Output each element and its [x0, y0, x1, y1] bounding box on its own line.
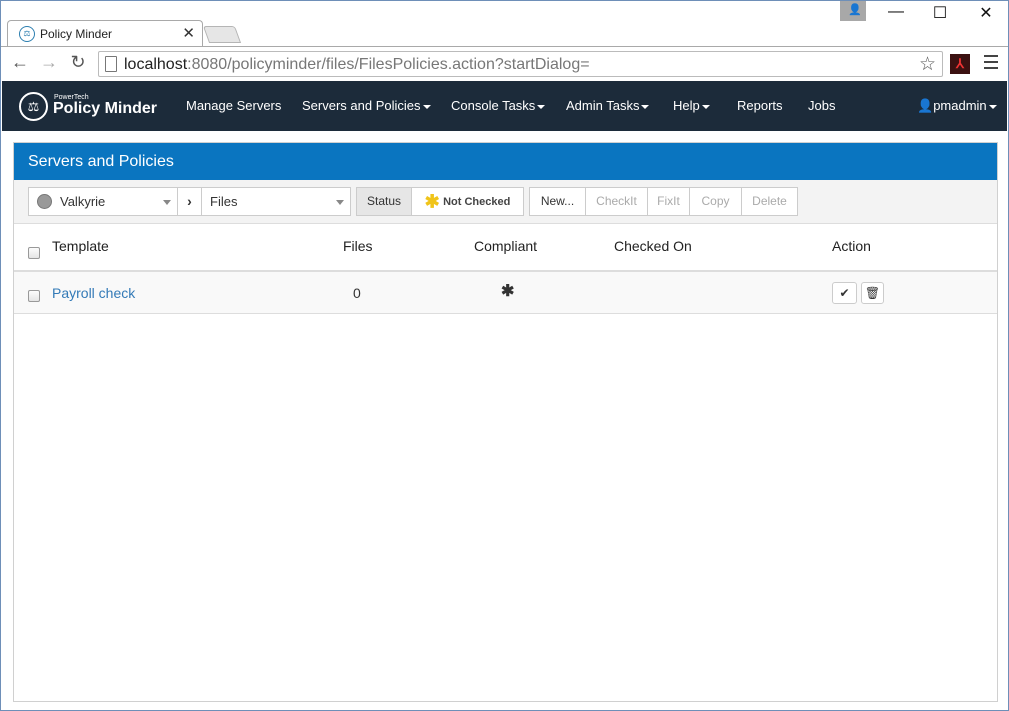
trash-icon[interactable]: 🗑	[861, 282, 884, 304]
chevron-right-icon: ›	[177, 187, 202, 216]
caret-down-icon	[537, 104, 546, 109]
reload-icon[interactable]: ↻	[68, 52, 88, 73]
address-bar[interactable]: localhost:8080/policyminder/files/FilesP…	[98, 51, 943, 77]
chevron-down-icon	[336, 200, 344, 205]
logo-product[interactable]: Policy Minder	[53, 100, 157, 118]
maximize-icon[interactable]: ☐	[917, 3, 963, 23]
nav-jobs[interactable]: Jobs	[808, 98, 835, 113]
address-url[interactable]: localhost:8080/policyminder/files/FilesP…	[124, 56, 590, 74]
fixit-button[interactable]: FixIt	[647, 187, 690, 216]
browser-toolbar: ← → ↻ localhost:8080/policyminder/files/…	[1, 46, 1008, 81]
not-checked-star-icon: ✱	[424, 191, 440, 212]
browser-tab[interactable]: ⚖ Policy Minder ✕	[7, 20, 203, 47]
nav-servers-and-policies[interactable]: Servers and Policies	[302, 98, 431, 113]
select-all-checkbox[interactable]	[28, 247, 40, 259]
category-select[interactable]: Files	[201, 187, 351, 216]
server-select[interactable]: Valkyrie	[28, 187, 178, 216]
globe-icon	[37, 194, 52, 209]
panel-toolbar: Valkyrie › Files Status ✱ Not Checked Ne…	[14, 180, 997, 224]
not-checked-star-icon: ✱	[501, 283, 515, 300]
new-button[interactable]: New...	[529, 187, 586, 216]
template-link[interactable]: Payroll check	[52, 285, 135, 301]
panel-title: Servers and Policies	[14, 143, 997, 180]
files-count: 0	[353, 285, 361, 301]
col-compliant[interactable]: Compliant	[474, 238, 537, 254]
caret-down-icon	[422, 104, 431, 109]
minimize-icon[interactable]: —	[873, 3, 919, 21]
policy-minder-favicon-icon: ⚖	[19, 26, 35, 42]
pdf-extension-icon[interactable]: ⅄	[950, 54, 970, 74]
row-checkbox[interactable]	[28, 290, 40, 302]
browser-menu-icon[interactable]	[984, 55, 998, 73]
app-navbar: ⚖ PowerTech Policy Minder Manage Servers…	[2, 81, 1007, 131]
nav-console-tasks[interactable]: Console Tasks	[451, 98, 546, 113]
nav-reports[interactable]: Reports	[737, 98, 783, 113]
chevron-down-icon	[163, 200, 171, 205]
col-action: Action	[832, 238, 871, 254]
status-not-checked[interactable]: ✱ Not Checked	[411, 187, 524, 216]
close-window-icon[interactable]: ✕	[963, 3, 1009, 23]
caret-down-icon	[988, 104, 997, 109]
status-button[interactable]: Status	[356, 187, 412, 216]
tab-title: Policy Minder	[40, 27, 113, 41]
nav-help[interactable]: Help	[673, 98, 710, 113]
browser-profile-icon[interactable]: 👤	[840, 1, 866, 21]
nav-manage-servers[interactable]: Manage Servers	[186, 98, 281, 113]
back-icon[interactable]: ←	[10, 52, 30, 73]
copy-button[interactable]: Copy	[689, 187, 742, 216]
tab-strip: ⚖ Policy Minder ✕ 👤 — ☐ ✕	[1, 1, 1009, 47]
checkit-button[interactable]: CheckIt	[585, 187, 648, 216]
browser-window: ⚖ Policy Minder ✕ 👤 — ☐ ✕ ← → ↻ localhos…	[0, 0, 1009, 711]
scales-logo-icon: ⚖	[19, 92, 48, 121]
nav-admin-tasks[interactable]: Admin Tasks	[566, 98, 650, 113]
new-tab-button[interactable]	[202, 26, 242, 43]
delete-button[interactable]: Delete	[741, 187, 798, 216]
tab-close-icon[interactable]: ✕	[182, 24, 195, 42]
forward-icon[interactable]: →	[39, 52, 59, 73]
user-menu[interactable]: 👤pmadmin	[917, 98, 997, 114]
caret-down-icon	[701, 104, 710, 109]
user-icon: 👤	[917, 98, 934, 113]
servers-policies-panel: Servers and Policies Valkyrie › Files St…	[13, 142, 998, 702]
check-icon[interactable]: ✔	[832, 282, 857, 304]
col-template[interactable]: Template	[52, 238, 109, 254]
col-checked-on[interactable]: Checked On	[614, 238, 692, 254]
table-row: Payroll check 0 ✱ ✔ 🗑	[14, 272, 997, 314]
bookmark-star-icon[interactable]: ☆	[919, 53, 936, 76]
page-icon	[105, 56, 117, 72]
col-files[interactable]: Files	[343, 238, 373, 254]
caret-down-icon	[641, 104, 650, 109]
